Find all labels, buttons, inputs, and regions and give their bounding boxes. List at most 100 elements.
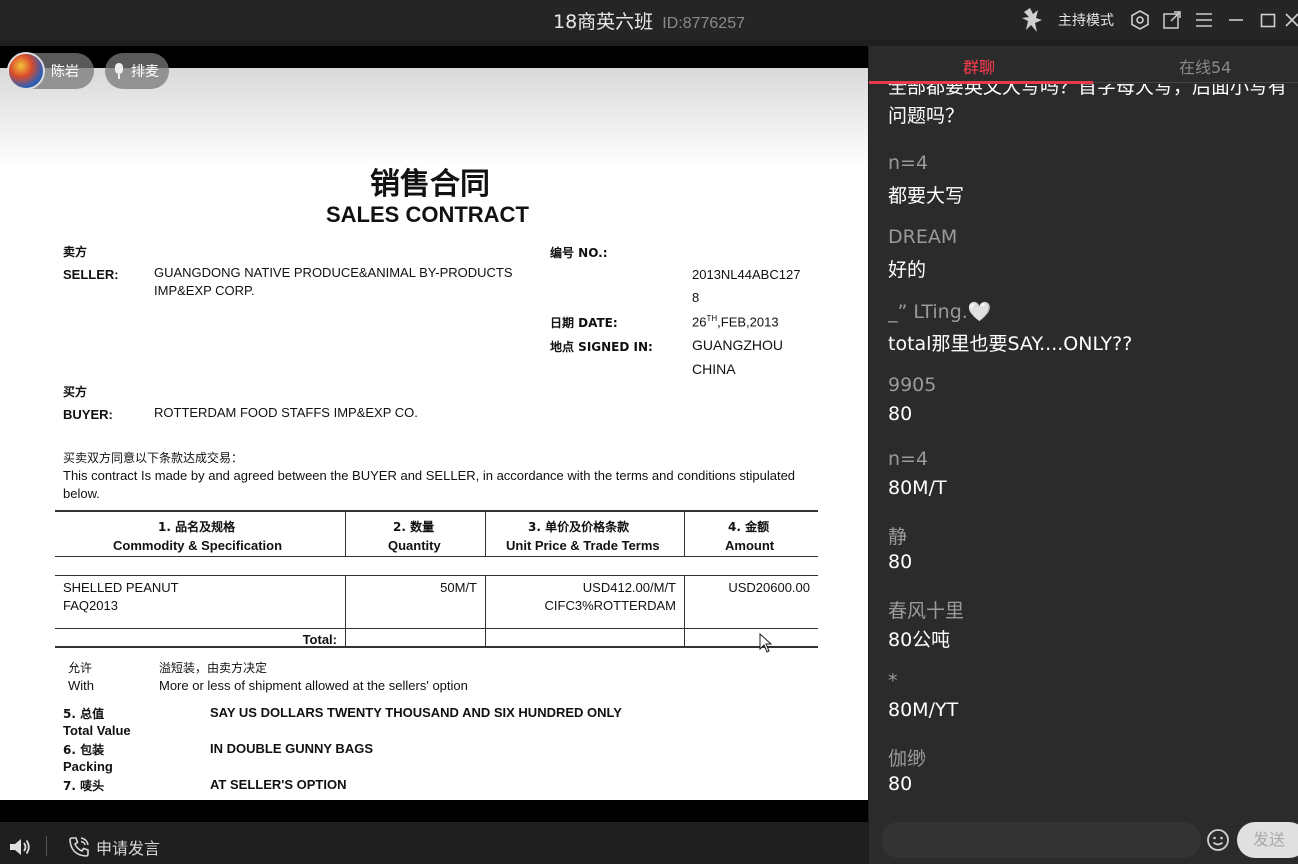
clause-5-label-cn: 5. 总值	[63, 707, 105, 721]
chat-sender: 9905	[888, 374, 937, 396]
mascot-icon	[1022, 8, 1042, 32]
signed-in-value-2: CHINA	[692, 361, 736, 377]
class-title: 18商英六班	[552, 11, 654, 33]
buyer-label-cn: 买方	[63, 385, 88, 399]
contract-no-value-1: 2013NL44ABC127	[692, 267, 801, 282]
chat-message-text: 80	[888, 773, 913, 795]
close-icon[interactable]	[1284, 0, 1298, 40]
host-mode-button[interactable]: 主持模式	[1058, 10, 1114, 30]
emoji-icon[interactable]	[1206, 828, 1230, 852]
intro-cn: 买卖双方同意以下条款达成交易：	[63, 451, 244, 465]
clause-6-value: IN DOUBLE GUNNY BAGS	[210, 741, 373, 756]
classroom-app: 18商英六班 ID:8776257 主持模式 销售合同 SALES CONTRA…	[0, 0, 1298, 864]
date-value: 26TH,FEB,2013	[692, 314, 779, 329]
col-header-price-en: Unit Price & Trade Terms	[506, 538, 660, 553]
chat-message-text: 80M/YT	[888, 699, 959, 721]
presenter-name: 陈岩	[51, 64, 79, 80]
cell-commodity-1: SHELLED PEANUT	[63, 580, 179, 595]
settings-icon[interactable]	[1124, 0, 1156, 40]
tab-divider	[1093, 82, 1298, 83]
col-divider-3a	[684, 511, 685, 556]
signed-in-label: 地点 SIGNED IN:	[550, 340, 653, 354]
table-row-top-border	[55, 575, 818, 576]
with-label: With	[68, 678, 94, 693]
contract-title-en: SALES CONTRACT	[326, 202, 529, 227]
seller-label-cn: 卖方	[63, 245, 88, 259]
seller-value-1: GUANGDONG NATIVE PRODUCE&ANIMAL BY-PRODU…	[154, 265, 513, 280]
date-rest: ,FEB,2013	[717, 314, 779, 330]
avatar	[7, 52, 45, 90]
clause-6-label-en: Packing	[63, 759, 113, 774]
mouse-cursor-icon	[759, 633, 773, 653]
shared-document: 销售合同 SALES CONTRACT 卖方 SELLER: GUANGDONG…	[0, 68, 868, 800]
col-divider-2a	[485, 511, 486, 556]
title-bar: 18商英六班 ID:8776257 主持模式	[0, 0, 1298, 40]
mic-queue-label: 排麦	[131, 64, 159, 80]
cell-quantity: 50M/T	[440, 580, 477, 595]
cell-amount: USD20600.00	[728, 580, 810, 595]
table-header-border	[55, 556, 818, 557]
volume-icon[interactable]	[8, 836, 32, 858]
mic-queue-button[interactable]: 排麦	[105, 53, 169, 89]
total-label: Total:	[302, 632, 337, 647]
chat-sender: n=4	[888, 448, 929, 470]
cell-unit-price-1: USD412.00/M/T	[582, 580, 676, 595]
chat-panel: 群聊 在线54 全部都要英文大写吗？首字母大写，后面小写有问题吗？ n=4 都要…	[869, 46, 1298, 864]
cell-commodity-2: FAQ2013	[63, 598, 118, 613]
minimize-icon[interactable]	[1220, 0, 1252, 40]
date-day: 26	[692, 314, 707, 330]
seller-label: SELLER:	[63, 267, 119, 282]
col-header-quantity-en: Quantity	[388, 538, 441, 553]
col-header-amount-cn: 4. 金额	[728, 520, 770, 534]
contract-no-label: 编号 NO.:	[550, 246, 608, 260]
chat-input[interactable]	[881, 822, 1201, 858]
clause-6-label-cn: 6. 包装	[63, 743, 105, 757]
tab-online-users[interactable]: 在线54	[1179, 54, 1231, 78]
col-header-commodity-en: Commodity & Specification	[113, 538, 283, 553]
chat-message-text: 好的	[888, 259, 927, 281]
table-row-bottom-border	[55, 628, 818, 629]
toolbar-divider	[46, 836, 47, 856]
cell-unit-price-2: CIFC3%ROTTERDAM	[544, 598, 676, 613]
clause-5-label-en: Total Value	[63, 723, 131, 738]
menu-icon[interactable]	[1188, 0, 1220, 40]
clause-7-value: AT SELLER'S OPTION	[210, 777, 347, 792]
apply-speak-button[interactable]: 申请发言	[68, 835, 160, 859]
chat-message-text: 80公吨	[888, 629, 951, 651]
col-header-commodity-cn: 1. 品名及规格	[158, 520, 236, 534]
phone-icon	[69, 837, 89, 857]
chat-message-text: 80M/T	[888, 477, 947, 499]
presenter-badge[interactable]: 陈岩	[7, 52, 94, 90]
chat-input-area: 发送	[869, 820, 1298, 864]
seller-value-2: IMP&EXP CORP.	[154, 283, 255, 298]
allow-label-cn: 允许	[68, 661, 93, 675]
title-bar-controls: 主持模式	[1020, 0, 1298, 40]
col-header-amount-en: Amount	[725, 538, 775, 553]
tab-group-chat[interactable]: 群聊	[963, 54, 995, 78]
chat-sender: 春风十里	[888, 600, 965, 622]
date-label: 日期 DATE:	[550, 316, 618, 330]
chat-message-text: 80	[888, 551, 913, 573]
col-divider-3b	[684, 575, 685, 647]
chat-message-text: 80	[888, 403, 913, 425]
maximize-icon[interactable]	[1252, 0, 1284, 40]
message-list[interactable]: 全部都要英文大写吗？首字母大写，后面小写有问题吗？ n=4 都要大写 DREAM…	[869, 84, 1298, 820]
chat-sender: _” LTing.🤍	[888, 301, 992, 323]
chat-sender: n=4	[888, 152, 929, 174]
intro-en-1: This contract Is made by and agreed betw…	[63, 468, 796, 483]
contract-title-cn: 销售合同	[370, 167, 490, 202]
clause-7-label-cn: 7. 唛头	[63, 779, 105, 793]
signed-in-value-1: GUANGZHOU	[692, 337, 783, 353]
intro-en-2: below.	[63, 486, 100, 501]
date-suffix: TH	[706, 314, 718, 323]
contract-no-value-2: 8	[692, 290, 700, 305]
chat-message-text: 全部都要英文大写吗？首字母大写，后面小写有问题吗？	[888, 84, 1288, 127]
chat-sender: *	[888, 670, 898, 692]
popout-icon[interactable]	[1156, 0, 1188, 40]
send-button[interactable]: 发送	[1237, 822, 1298, 858]
table-bottom-border	[55, 646, 818, 648]
chat-sender: DREAM	[888, 226, 958, 248]
buyer-label: BUYER:	[63, 407, 113, 422]
apply-speak-label: 申请发言	[96, 839, 161, 858]
col-header-quantity-cn: 2. 数量	[393, 520, 435, 534]
